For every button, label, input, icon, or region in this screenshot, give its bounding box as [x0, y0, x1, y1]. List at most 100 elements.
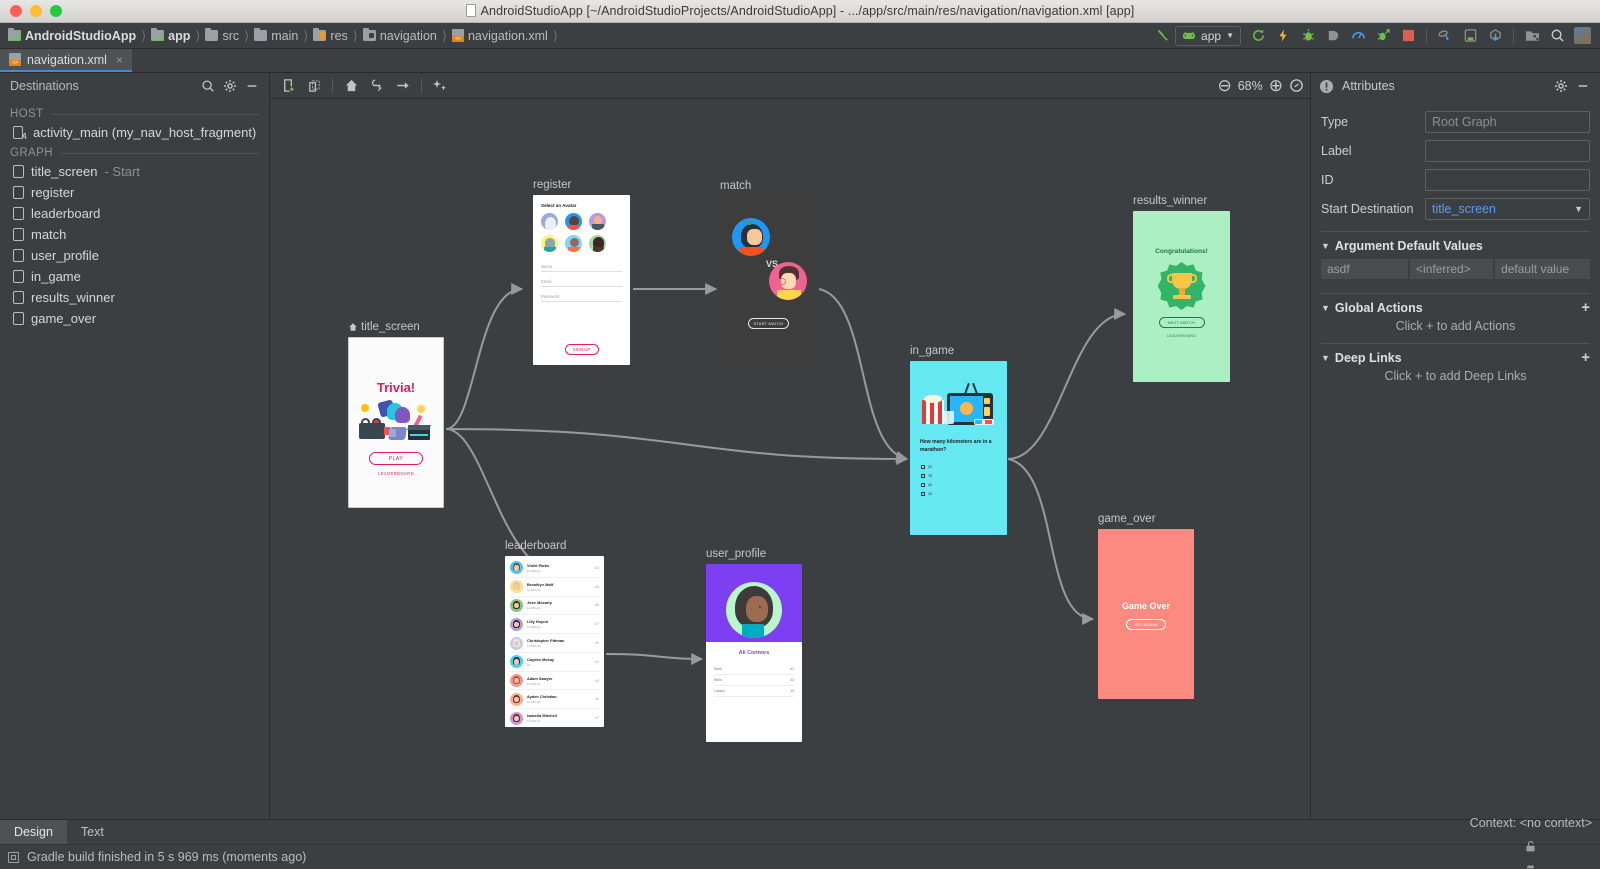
canvas-node-register[interactable]: register Select an Avatar — [533, 179, 630, 365]
argument-row[interactable]: asdf <inferred> default value — [1321, 259, 1590, 279]
window-controls[interactable] — [10, 5, 62, 17]
name-field[interactable]: Name — [541, 264, 622, 272]
sidebar-item-in-game[interactable]: in_game — [0, 266, 269, 287]
close-icon[interactable]: × — [116, 53, 123, 67]
sidebar-item-user-profile[interactable]: user_profile — [0, 245, 269, 266]
search-icon[interactable] — [197, 75, 219, 97]
answer-option[interactable]: 10 — [921, 492, 932, 496]
canvas-node-leaderboard[interactable]: leaderboard Violet Parks10,000 pts#1Broo… — [505, 540, 604, 727]
tab-design[interactable]: Design — [0, 820, 67, 844]
section-header[interactable]: ▼ Deep Links + — [1321, 351, 1590, 365]
password-field[interactable]: Password — [541, 294, 622, 302]
start-destination-select[interactable]: title_screen ▼ — [1425, 198, 1590, 220]
email-field[interactable]: Email — [541, 279, 622, 287]
canvas-node-results-winner[interactable]: results_winner Congratulations! — [1133, 195, 1230, 382]
stop-icon[interactable] — [1396, 25, 1420, 47]
next-match-button[interactable]: NEXT MATCH — [1159, 317, 1205, 328]
breadcrumb-item-project[interactable]: AndroidStudioApp — [8, 23, 136, 48]
label-field[interactable] — [1425, 140, 1590, 162]
leaderboard-row[interactable]: Isabella Mitchell10,000 pts#7 — [509, 709, 600, 727]
canvas-node-match[interactable]: match VS — [720, 180, 816, 363]
canvas-node-in-game[interactable]: in_game — [910, 345, 1007, 535]
section-header[interactable]: ▼ Argument Default Values — [1321, 239, 1590, 253]
avatar-option[interactable] — [541, 213, 558, 230]
leaderboard-row[interactable]: Jose Mocarty10,000 pts#5 — [509, 597, 600, 616]
sidebar-item-register[interactable]: register — [0, 182, 269, 203]
zoom-out-button[interactable]: ⊖ — [1217, 79, 1231, 93]
tab-text[interactable]: Text — [67, 820, 118, 844]
leaderboard-link[interactable]: LEADERBOARD — [1133, 334, 1230, 338]
gear-icon[interactable] — [219, 75, 241, 97]
canvas-node-game-over[interactable]: game_over Game Over TRY AGAIN! — [1098, 513, 1194, 699]
leaderboard-row[interactable]: Adam Sawyer10,000 pts#3 — [509, 672, 600, 691]
debug-icon[interactable] — [1296, 25, 1320, 47]
zoom-in-button[interactable]: ⊕ — [1269, 79, 1283, 93]
avatar-option[interactable] — [565, 213, 582, 230]
attach-debugger-icon[interactable] — [1321, 25, 1345, 47]
breadcrumb-item-main[interactable]: main — [254, 23, 298, 48]
add-action-button[interactable]: + — [1581, 302, 1590, 314]
avatar-option[interactable] — [565, 235, 582, 252]
sdk-manager-icon[interactable] — [1483, 25, 1507, 47]
answer-option[interactable]: 22 — [921, 465, 932, 469]
sidebar-item-title-screen[interactable]: title_screen - Start — [0, 161, 269, 182]
section-header[interactable]: ▼ Global Actions + — [1321, 301, 1590, 315]
add-deep-link-button[interactable]: + — [1581, 352, 1590, 364]
leaderboard-list[interactable]: Violet Parks10,000 pts#1Brooklyn Wolf10,… — [505, 556, 604, 727]
breadcrumb-item-app[interactable]: app — [151, 23, 190, 48]
gear-icon[interactable] — [1550, 75, 1572, 97]
leaderboard-link[interactable]: LEADERBOARD — [349, 471, 443, 476]
sidebar-item-leaderboard[interactable]: leaderboard — [0, 203, 269, 224]
new-action-icon[interactable] — [365, 75, 389, 97]
run-instant-icon[interactable] — [1371, 25, 1395, 47]
avd-manager-icon[interactable] — [1458, 25, 1482, 47]
event-log-icon[interactable] — [8, 852, 19, 863]
start-match-button[interactable]: START MATCH — [748, 318, 789, 329]
build-hammer-icon[interactable] — [1150, 25, 1174, 47]
leaderboard-row[interactable]: Violet Parks10,000 pts#1 — [509, 559, 600, 578]
new-nested-graph-icon[interactable] — [302, 75, 326, 97]
sync-gradle-icon[interactable] — [1433, 25, 1457, 47]
zoom-fit-button[interactable] — [1289, 78, 1304, 93]
breadcrumb-item-src[interactable]: src — [205, 23, 239, 48]
apply-changes-icon[interactable] — [1271, 25, 1295, 47]
answer-option[interactable]: 42 — [921, 483, 932, 487]
auto-arrange-icon[interactable] — [391, 75, 415, 97]
id-field[interactable] — [1425, 169, 1590, 191]
magic-icon[interactable] — [428, 75, 452, 97]
run-configuration-selector[interactable]: app ▼ — [1175, 26, 1241, 46]
leaderboard-row[interactable]: Ayden Christian10,000 pts#5 — [509, 690, 600, 709]
canvas-node-user-profile[interactable]: user_profile Ali Connors — [706, 548, 802, 742]
new-destination-icon[interactable] — [276, 75, 300, 97]
leaderboard-row[interactable]: Cayden Mckay#1#1 — [509, 653, 600, 672]
avatar-option[interactable] — [589, 213, 606, 230]
avatar[interactable] — [1570, 25, 1594, 47]
rerun-icon[interactable] — [1246, 25, 1270, 47]
breadcrumb-item-res[interactable]: res — [313, 23, 347, 48]
lock-icon[interactable] — [1524, 840, 1537, 853]
avatar-option[interactable] — [541, 235, 558, 252]
search-everywhere-icon[interactable] — [1545, 25, 1569, 47]
avatar-option[interactable] — [589, 235, 606, 252]
profiler-icon[interactable] — [1346, 25, 1370, 47]
play-button[interactable]: PLAY — [369, 452, 423, 465]
sidebar-item-results-winner[interactable]: results_winner — [0, 287, 269, 308]
maximize-window-button[interactable] — [50, 5, 62, 17]
set-start-destination-icon[interactable] — [339, 75, 363, 97]
minimize-window-button[interactable] — [30, 5, 42, 17]
signup-button[interactable]: SIGN UP — [565, 344, 599, 355]
breadcrumb-item-navigation[interactable]: navigation — [363, 23, 437, 48]
warning-icon[interactable] — [1319, 79, 1334, 94]
dest-item-activity-main[interactable]: A activity_main (my_nav_host_fragment) — [0, 122, 269, 143]
leaderboard-row[interactable]: Lilly Huynh10,000 pts#7 — [509, 615, 600, 634]
close-window-button[interactable] — [10, 5, 22, 17]
leaderboard-row[interactable]: Christopher Pittman10,000 pts#9 — [509, 634, 600, 653]
navigation-canvas[interactable]: title_screen Trivia! — [270, 99, 1310, 819]
canvas-node-title-screen[interactable]: title_screen Trivia! — [348, 321, 444, 508]
project-structure-icon[interactable] — [1520, 25, 1544, 47]
minimize-icon[interactable] — [241, 75, 263, 97]
breadcrumb-item-file[interactable]: <> navigation.xml — [452, 23, 548, 48]
sidebar-item-match[interactable]: match — [0, 224, 269, 245]
minimize-icon[interactable] — [1572, 75, 1594, 97]
editor-tab-navigation-xml[interactable]: <> navigation.xml × — [0, 49, 132, 72]
